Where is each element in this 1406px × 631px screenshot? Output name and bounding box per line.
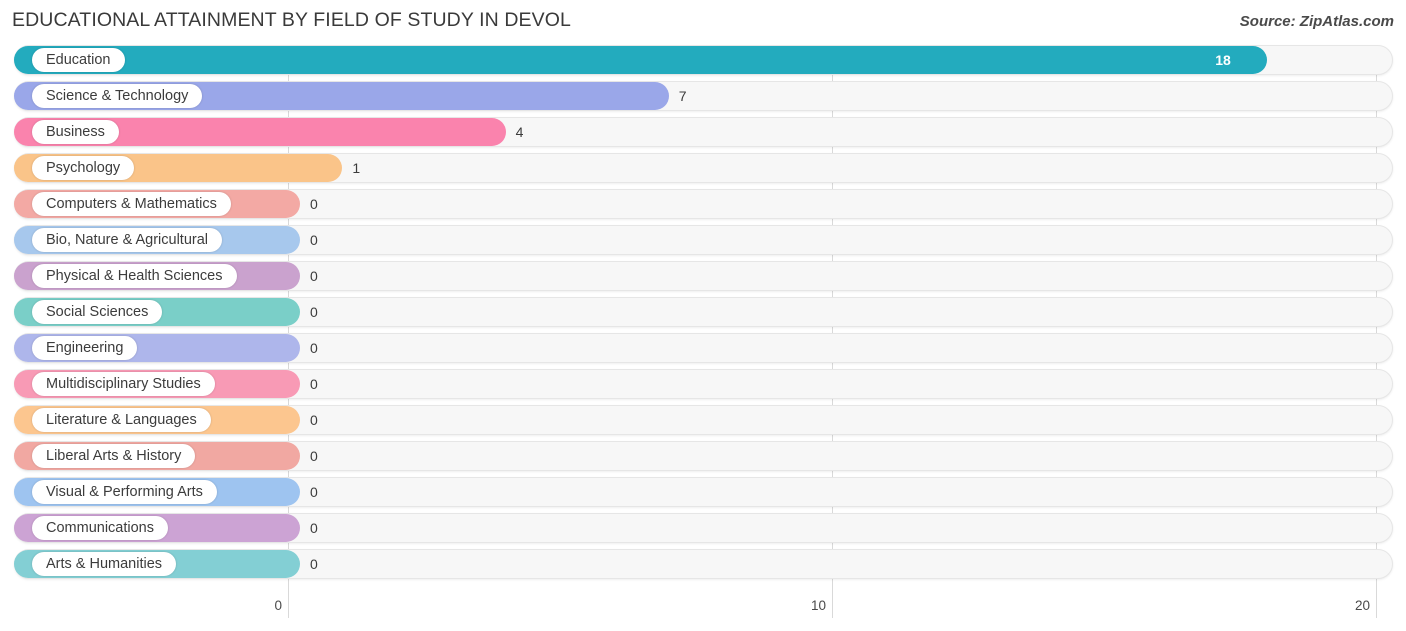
bar-value-label: 0: [310, 196, 318, 212]
bar-category-label: Communications: [32, 516, 168, 540]
bar-row[interactable]: Communications 0: [0, 513, 1406, 543]
bar-row[interactable]: Social Sciences 0: [0, 297, 1406, 327]
bar-category-label: Engineering: [32, 336, 138, 360]
bar-value-label: 1: [352, 160, 361, 176]
axis-tick-mark: [832, 592, 833, 618]
bar-row[interactable]: Psychology 1: [0, 153, 1406, 183]
bar-row[interactable]: Business 4: [0, 117, 1406, 147]
chart-plot-area: Education 18 Science & Technology 7 Business…: [0, 45, 1406, 592]
bar-value-label: 7: [678, 88, 687, 104]
bar-row[interactable]: Visual & Performing Arts 0: [0, 477, 1406, 507]
bar-rows: Education 18 Science & Technology 7 Business…: [0, 45, 1406, 585]
bar-value-label: 0: [310, 376, 318, 392]
bar-value-label: 0: [310, 448, 318, 464]
chart-header: EDUCATIONAL ATTAINMENT BY FIELD OF STUDY…: [0, 0, 1406, 45]
bar-row[interactable]: Bio, Nature & Agricultural 0: [0, 225, 1406, 255]
bar-row[interactable]: Arts & Humanities 0: [0, 549, 1406, 579]
bar-row[interactable]: Computers & Mathematics 0: [0, 189, 1406, 219]
bar-row[interactable]: Literature & Languages 0: [0, 405, 1406, 435]
bar-category-label: Psychology: [32, 156, 135, 180]
bar-category-label: Bio, Nature & Agricultural: [32, 228, 222, 252]
bar-value-label: 18: [1215, 52, 1231, 68]
bar-category-label: Science & Technology: [32, 84, 203, 108]
bar-value-label: 0: [310, 556, 318, 572]
bar-category-label: Social Sciences: [32, 300, 163, 324]
bar-category-label: Computers & Mathematics: [32, 192, 231, 216]
bar-category-label: Physical & Health Sciences: [32, 264, 237, 288]
bar-category-label: Arts & Humanities: [32, 552, 177, 576]
bar-category-label: Literature & Languages: [32, 408, 211, 432]
bar-row[interactable]: Science & Technology 7: [0, 81, 1406, 111]
bar-value-label: 0: [310, 412, 318, 428]
bar-value-label: 0: [310, 340, 318, 356]
bar-value-label: 0: [310, 484, 318, 500]
bar-row[interactable]: Physical & Health Sciences 0: [0, 261, 1406, 291]
bar-category-label: Education: [32, 48, 125, 72]
bar-value-label: 4: [515, 124, 524, 140]
axis-tick-label: 0: [274, 598, 282, 613]
bar-fill: [14, 46, 1268, 74]
bar-value-label: 0: [310, 520, 318, 536]
bar-value-label: 0: [310, 268, 318, 284]
bar-row[interactable]: Engineering 0: [0, 333, 1406, 363]
axis-tick-label: 20: [1354, 598, 1370, 613]
axis-tick-mark: [288, 592, 289, 618]
bar-category-label: Liberal Arts & History: [32, 444, 196, 468]
bar-value-label: 0: [310, 304, 318, 320]
page-title: EDUCATIONAL ATTAINMENT BY FIELD OF STUDY…: [12, 9, 571, 31]
bar-category-label: Visual & Performing Arts: [32, 480, 217, 504]
bar-row[interactable]: Liberal Arts & History 0: [0, 441, 1406, 471]
axis-tick-mark: [1376, 592, 1377, 618]
axis-tick-label: 10: [810, 598, 826, 613]
bar-row[interactable]: Multidisciplinary Studies 0: [0, 369, 1406, 399]
source-attribution: Source: ZipAtlas.com: [1239, 13, 1394, 30]
bar-value-label: 0: [310, 232, 318, 248]
bar-category-label: Business: [32, 120, 119, 144]
x-axis: 0 10 20: [0, 592, 1406, 631]
bar-row[interactable]: Education 18: [0, 45, 1406, 75]
bar-category-label: Multidisciplinary Studies: [32, 372, 215, 396]
